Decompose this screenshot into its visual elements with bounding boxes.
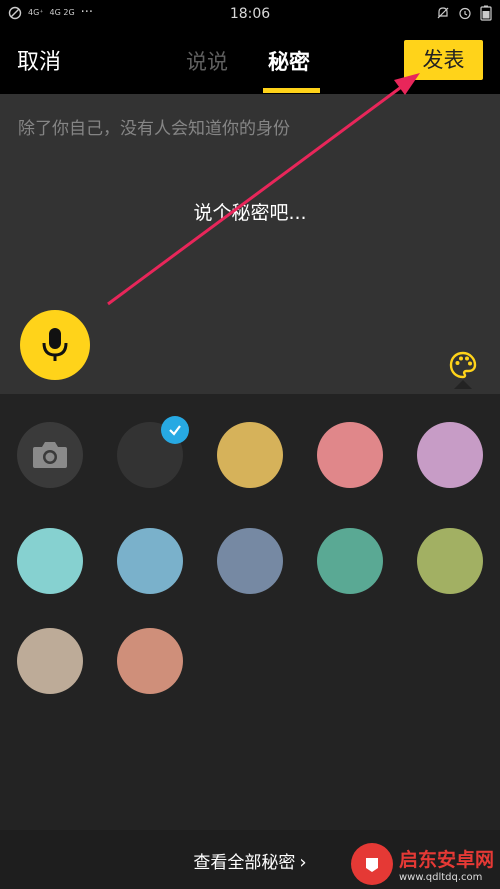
palette-pointer bbox=[454, 380, 472, 389]
selected-check-icon bbox=[161, 416, 189, 444]
watermark: 启东安卓网 www.qdltdq.com bbox=[350, 843, 494, 885]
color-swatch-aqua[interactable] bbox=[17, 528, 83, 594]
footer-bar: 查看全部秘密 › 启东安卓网 www.qdltdq.com bbox=[0, 830, 500, 889]
color-swatch-dark[interactable] bbox=[117, 416, 189, 488]
photo-background-button[interactable] bbox=[17, 422, 83, 488]
color-swatch-sky[interactable] bbox=[117, 528, 183, 594]
chevron-right-icon: › bbox=[299, 852, 307, 873]
tab-shuoshuo[interactable]: 说说 bbox=[186, 46, 228, 76]
voice-button[interactable] bbox=[20, 310, 90, 380]
microphone-icon bbox=[42, 328, 68, 361]
color-swatch-taupe[interactable] bbox=[17, 628, 83, 694]
watermark-url: www.qdltdq.com bbox=[398, 872, 483, 883]
view-all-label: 查看全部秘密 bbox=[193, 853, 296, 873]
publish-button[interactable]: 发表 bbox=[404, 40, 483, 80]
tab-secret[interactable]: 秘密 bbox=[268, 46, 310, 76]
watermark-title: 启东安卓网 bbox=[398, 849, 494, 871]
color-swatch-lavender[interactable] bbox=[417, 422, 483, 488]
compose-area[interactable]: 除了你自己，没有人会知道你的身份 说个秘密吧... bbox=[0, 94, 500, 394]
camera-icon bbox=[33, 442, 67, 468]
secret-input-placeholder[interactable]: 说个秘密吧... bbox=[0, 198, 500, 225]
top-bar: 取消 说说 秘密 发表 bbox=[0, 28, 500, 94]
color-swatch-pink[interactable] bbox=[317, 422, 383, 488]
active-tab-indicator bbox=[263, 88, 320, 93]
cancel-button[interactable]: 取消 bbox=[17, 44, 61, 76]
color-swatch-slate[interactable] bbox=[217, 528, 283, 594]
alarm-icon bbox=[459, 7, 471, 20]
color-swatch-gold[interactable] bbox=[217, 422, 283, 488]
battery-icon bbox=[480, 5, 492, 21]
color-swatch-olive[interactable] bbox=[417, 528, 483, 594]
status-right bbox=[436, 5, 492, 21]
color-swatch-salmon[interactable] bbox=[117, 628, 183, 694]
palette-icon[interactable] bbox=[448, 350, 478, 380]
background-swatch-grid bbox=[0, 394, 500, 830]
mute-icon bbox=[437, 7, 449, 19]
clock: 18:06 bbox=[229, 6, 271, 22]
anonymity-hint: 除了你自己，没有人会知道你的身份 bbox=[18, 119, 290, 139]
color-swatch-teal[interactable] bbox=[317, 528, 383, 594]
watermark-logo-icon bbox=[350, 843, 393, 885]
status-bar: 4G⁺ 4G 2G ··· 18:06 bbox=[0, 0, 500, 28]
